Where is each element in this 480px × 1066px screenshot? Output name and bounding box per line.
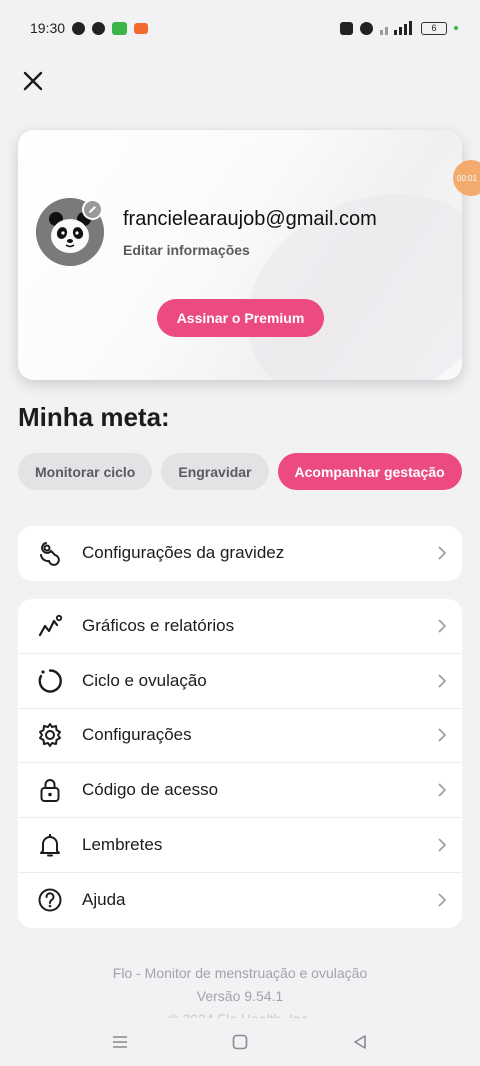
menu-item-charts[interactable]: Gráficos e relatórios xyxy=(18,599,462,654)
chevron-right-icon xyxy=(436,728,448,743)
menu-item-label: Configurações xyxy=(82,725,192,745)
chip-track-pregnancy[interactable]: Acompanhar gestação xyxy=(277,453,462,490)
chevron-right-icon xyxy=(436,893,448,908)
home-button[interactable] xyxy=(228,1030,252,1054)
cycle-icon xyxy=(36,667,64,695)
gear-icon xyxy=(36,721,64,749)
whatsapp-icon xyxy=(72,21,86,35)
pencil-icon xyxy=(89,206,96,213)
chevron-right-icon xyxy=(436,838,448,852)
card-background-decoration xyxy=(211,154,462,380)
chart-icon xyxy=(36,612,64,640)
store-notification-icon xyxy=(112,21,128,35)
menu-item-label: Configurações da gravidez xyxy=(82,543,285,563)
profile-card: francielearaujob@gmail.com Editar inform… xyxy=(18,130,462,380)
chevron-right-icon xyxy=(436,619,448,633)
battery-level: 6 xyxy=(431,23,437,33)
footer-app-name: Flo - Monitor de menstruação e ovulação xyxy=(112,965,368,981)
lock-icon xyxy=(36,776,64,804)
home-square-icon xyxy=(232,1034,248,1050)
help-icon xyxy=(36,886,64,914)
baby-icon xyxy=(36,539,64,567)
edit-avatar-button[interactable] xyxy=(82,199,103,220)
pregnancy-settings-group: Configurações da gravidez xyxy=(18,526,462,581)
battery-icon: 6 xyxy=(421,21,447,35)
menu-item-reminders[interactable]: Lembretes xyxy=(18,818,462,873)
menu-item-label: Ajuda xyxy=(82,890,126,910)
menu-item-passcode[interactable]: Código de acesso xyxy=(18,763,462,819)
close-button[interactable] xyxy=(16,62,50,100)
back-triangle-icon xyxy=(354,1035,366,1049)
bell-icon xyxy=(36,831,64,859)
footer-version: Versão 9.54.1 xyxy=(196,988,284,1004)
system-navigation-bar xyxy=(0,1018,480,1066)
close-icon xyxy=(23,71,43,91)
settings-menu-group: Gráficos e relatórios Ciclo e ovulação C… xyxy=(18,599,462,928)
app-footer: Flo - Monitor de menstruação e ovulação … xyxy=(0,962,480,1020)
chip-track-cycle[interactable]: Monitorar ciclo xyxy=(18,453,153,490)
clock: 19:30 xyxy=(30,20,66,36)
video-notification-icon xyxy=(134,22,149,34)
chip-get-pregnant[interactable]: Engravidar xyxy=(161,453,269,490)
menu-item-settings[interactable]: Configurações xyxy=(18,709,462,764)
app-notification-icon xyxy=(92,21,106,35)
signal-icon xyxy=(380,21,412,35)
menu-item-label: Ciclo e ovulação xyxy=(82,670,207,690)
back-button[interactable] xyxy=(348,1030,372,1054)
menu-item-cycle[interactable]: Ciclo e ovulação xyxy=(18,654,462,709)
floating-recorder-time: 00:01 xyxy=(457,173,478,183)
menu-item-label: Gráficos e relatórios xyxy=(82,615,235,635)
nfc-icon xyxy=(340,21,353,35)
recent-apps-button[interactable] xyxy=(108,1030,132,1054)
edit-info-link[interactable]: Editar informações xyxy=(123,242,250,258)
goal-chips: Monitorar ciclo Engravidar Acompanhar ge… xyxy=(18,453,462,490)
chevron-right-icon xyxy=(436,783,448,797)
goal-title: Minha meta: xyxy=(18,402,170,432)
privacy-indicator xyxy=(454,26,458,30)
menu-item-label: Lembretes xyxy=(82,835,163,855)
menu-item-help[interactable]: Ajuda xyxy=(18,873,462,928)
alarm-icon xyxy=(360,21,373,35)
menu-icon xyxy=(113,1036,127,1048)
chevron-right-icon xyxy=(436,546,448,561)
user-email: francielearaujob@gmail.com xyxy=(123,208,377,230)
chevron-right-icon xyxy=(436,674,448,688)
menu-item-pregnancy-settings[interactable]: Configurações da gravidez xyxy=(18,526,462,581)
status-bar: 19:30 6 xyxy=(0,0,480,56)
menu-item-label: Código de acesso xyxy=(82,780,219,800)
premium-button[interactable]: Assinar o Premium xyxy=(157,299,324,337)
